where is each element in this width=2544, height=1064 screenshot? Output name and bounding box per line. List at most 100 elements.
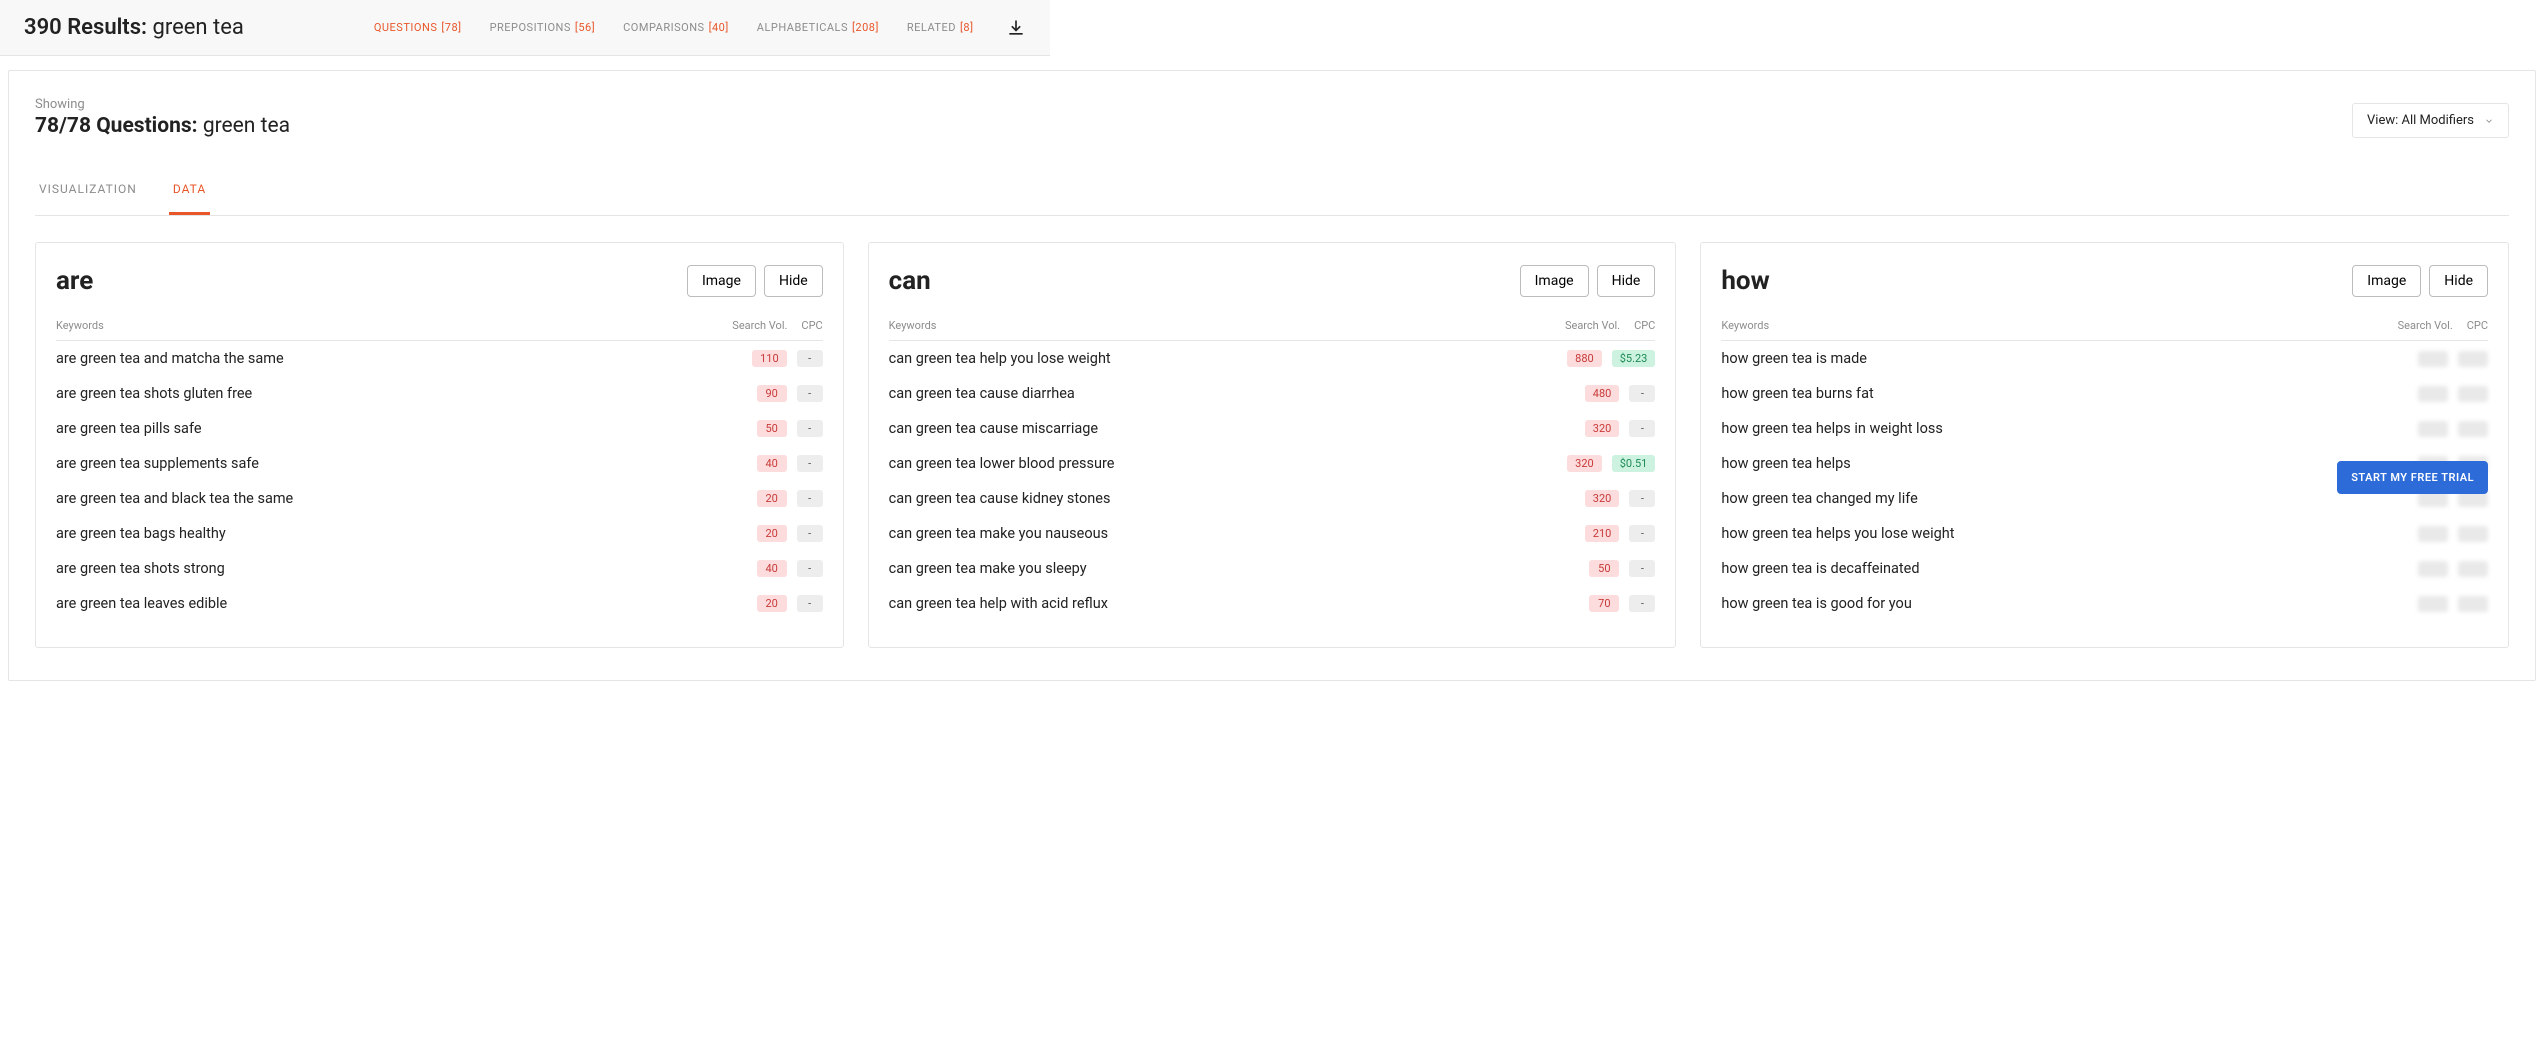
cpc-chip: - xyxy=(1629,525,1655,542)
image-button[interactable]: Image xyxy=(2352,265,2421,297)
keyword-text: how green tea burns fat xyxy=(1721,385,1873,402)
cpc-chip: $5.23 xyxy=(1612,350,1656,367)
category-tab-prepositions[interactable]: PREPOSITIONS [56] xyxy=(490,21,596,34)
keyword-values: 90- xyxy=(757,385,823,402)
hide-button[interactable]: Hide xyxy=(764,265,823,297)
tab-label: QUESTIONS xyxy=(374,21,438,34)
download-icon xyxy=(1006,18,1026,38)
keyword-row[interactable]: are green tea and black tea the same20- xyxy=(56,481,823,516)
vol-chip: 20 xyxy=(757,595,787,612)
vol-chip: 880 xyxy=(1567,350,1602,367)
cpc-chip: - xyxy=(797,350,823,367)
hide-button[interactable]: Hide xyxy=(1597,265,1656,297)
cpc-chip: - xyxy=(797,490,823,507)
vol-chip: 20 xyxy=(757,525,787,542)
view-dropdown[interactable]: View: All Modifiers xyxy=(2352,103,2509,138)
results-label: Results: xyxy=(67,15,147,40)
keyword-text: can green tea cause kidney stones xyxy=(889,490,1111,507)
keyword-row[interactable]: can green tea lower blood pressure320$0.… xyxy=(889,446,1656,481)
view-subtabs: VISUALIZATION DATA xyxy=(35,182,2509,216)
cpc-chip: - xyxy=(797,560,823,577)
keyword-values: 40- xyxy=(757,455,823,472)
card-how: how ImageHide Keywords Search Vol.CPC how gr… xyxy=(1700,242,2509,648)
col-vol: Search Vol. xyxy=(732,319,787,332)
vol-blur xyxy=(2418,561,2448,577)
keyword-row[interactable]: how green tea burns fat xyxy=(1721,376,2488,411)
keyword-text: can green tea cause diarrhea xyxy=(889,385,1075,402)
keyword-text: are green tea bags healthy xyxy=(56,525,226,542)
results-panel: Showing 78/78 Questions: green tea View:… xyxy=(8,70,2536,681)
image-button[interactable]: Image xyxy=(1520,265,1589,297)
col-keywords: Keywords xyxy=(1721,319,1769,332)
subtab-data[interactable]: DATA xyxy=(169,182,210,215)
keyword-values: 50- xyxy=(1589,560,1655,577)
keyword-row[interactable]: can green tea cause miscarriage320- xyxy=(889,411,1656,446)
keyword-values: 210- xyxy=(1585,525,1656,542)
hide-button[interactable]: Hide xyxy=(2429,265,2488,297)
keyword-text: are green tea shots strong xyxy=(56,560,225,577)
category-tab-comparisons[interactable]: COMPARISONS [40] xyxy=(623,21,729,34)
category-tab-questions[interactable]: QUESTIONS [78] xyxy=(374,21,462,34)
keyword-row[interactable]: can green tea cause diarrhea480- xyxy=(889,376,1656,411)
cpc-chip: - xyxy=(797,595,823,612)
keyword-row[interactable]: can green tea help with acid reflux70- xyxy=(889,586,1656,621)
table-header: KeywordsSearch Vol.CPC xyxy=(889,319,1656,341)
keyword-row[interactable]: are green tea and matcha the same110- xyxy=(56,341,823,376)
col-keywords: Keywords xyxy=(56,319,104,332)
cpc-chip: $0.51 xyxy=(1612,455,1656,472)
keyword-row[interactable]: are green tea supplements safe 40- xyxy=(56,446,823,481)
category-tab-alphabeticals[interactable]: ALPHABETICALS [208] xyxy=(757,21,879,34)
card-header: can ImageHide xyxy=(889,265,1656,297)
category-tabs: QUESTIONS [78] PREPOSITIONS [56] COMPARISO… xyxy=(374,21,974,34)
keyword-values: 20- xyxy=(757,525,823,542)
keyword-text: how green tea changed my life xyxy=(1721,490,1917,507)
results-count: 390 xyxy=(24,15,62,40)
category-tab-related[interactable]: RELATED [8] xyxy=(907,21,974,34)
download-button[interactable] xyxy=(1006,18,1026,38)
cpc-blur xyxy=(2458,526,2488,542)
keyword-text: are green tea supplements safe xyxy=(56,455,259,472)
showing-query: green tea xyxy=(203,114,290,138)
keyword-values: 20- xyxy=(757,490,823,507)
keyword-row[interactable]: can green tea make you sleepy50- xyxy=(889,551,1656,586)
keyword-row[interactable]: are green tea bags healthy 20- xyxy=(56,516,823,551)
tab-count: [40] xyxy=(709,21,729,34)
keyword-text: can green tea help you lose weight xyxy=(889,350,1111,367)
keyword-row[interactable]: can green tea cause kidney stones320- xyxy=(889,481,1656,516)
col-keywords: Keywords xyxy=(889,319,937,332)
keyword-values xyxy=(2418,596,2488,612)
cpc-blur xyxy=(2458,596,2488,612)
col-right: Search Vol.CPC xyxy=(2398,319,2488,332)
keyword-row[interactable]: are green tea leaves edible20- xyxy=(56,586,823,621)
keyword-row[interactable]: can green tea make you nauseous210- xyxy=(889,516,1656,551)
cpc-chip: - xyxy=(1629,490,1655,507)
vol-blur xyxy=(2418,386,2448,402)
card-title: how xyxy=(1721,266,1769,296)
keyword-row[interactable]: how green tea helps in weight loss xyxy=(1721,411,2488,446)
vol-blur xyxy=(2418,526,2448,542)
keyword-row[interactable]: are green tea shots strong40- xyxy=(56,551,823,586)
keyword-row[interactable]: how green tea is made xyxy=(1721,341,2488,376)
image-button[interactable]: Image xyxy=(687,265,756,297)
card-title: are xyxy=(56,266,93,296)
card-title: can xyxy=(889,266,931,296)
cpc-blur xyxy=(2458,386,2488,402)
vol-blur xyxy=(2418,596,2448,612)
cpc-chip: - xyxy=(1629,420,1655,437)
keyword-row[interactable]: can green tea help you lose weight 880 $5.… xyxy=(889,341,1656,376)
keyword-text: how green tea helps you lose weight xyxy=(1721,525,1954,542)
subtab-visualization[interactable]: VISUALIZATION xyxy=(35,182,141,215)
keyword-row[interactable]: how green tea helps you lose weight xyxy=(1721,516,2488,551)
tab-count: [78] xyxy=(441,21,461,34)
keyword-values: 50- xyxy=(757,420,823,437)
keyword-row[interactable]: are green tea pills safe50- xyxy=(56,411,823,446)
cpc-chip: - xyxy=(1629,560,1655,577)
keyword-row[interactable]: are green tea shots gluten free90- xyxy=(56,376,823,411)
start-trial-button[interactable]: START MY FREE TRIAL xyxy=(2337,461,2488,494)
showing-line: 78/78 Questions: green tea xyxy=(35,114,290,138)
keyword-row[interactable]: how green tea is good for you xyxy=(1721,586,2488,621)
vol-blur xyxy=(2418,351,2448,367)
keyword-row[interactable]: how green tea is decaffeinated xyxy=(1721,551,2488,586)
cpc-blur xyxy=(2458,561,2488,577)
showing-count: 78/78 Questions: xyxy=(35,114,198,138)
